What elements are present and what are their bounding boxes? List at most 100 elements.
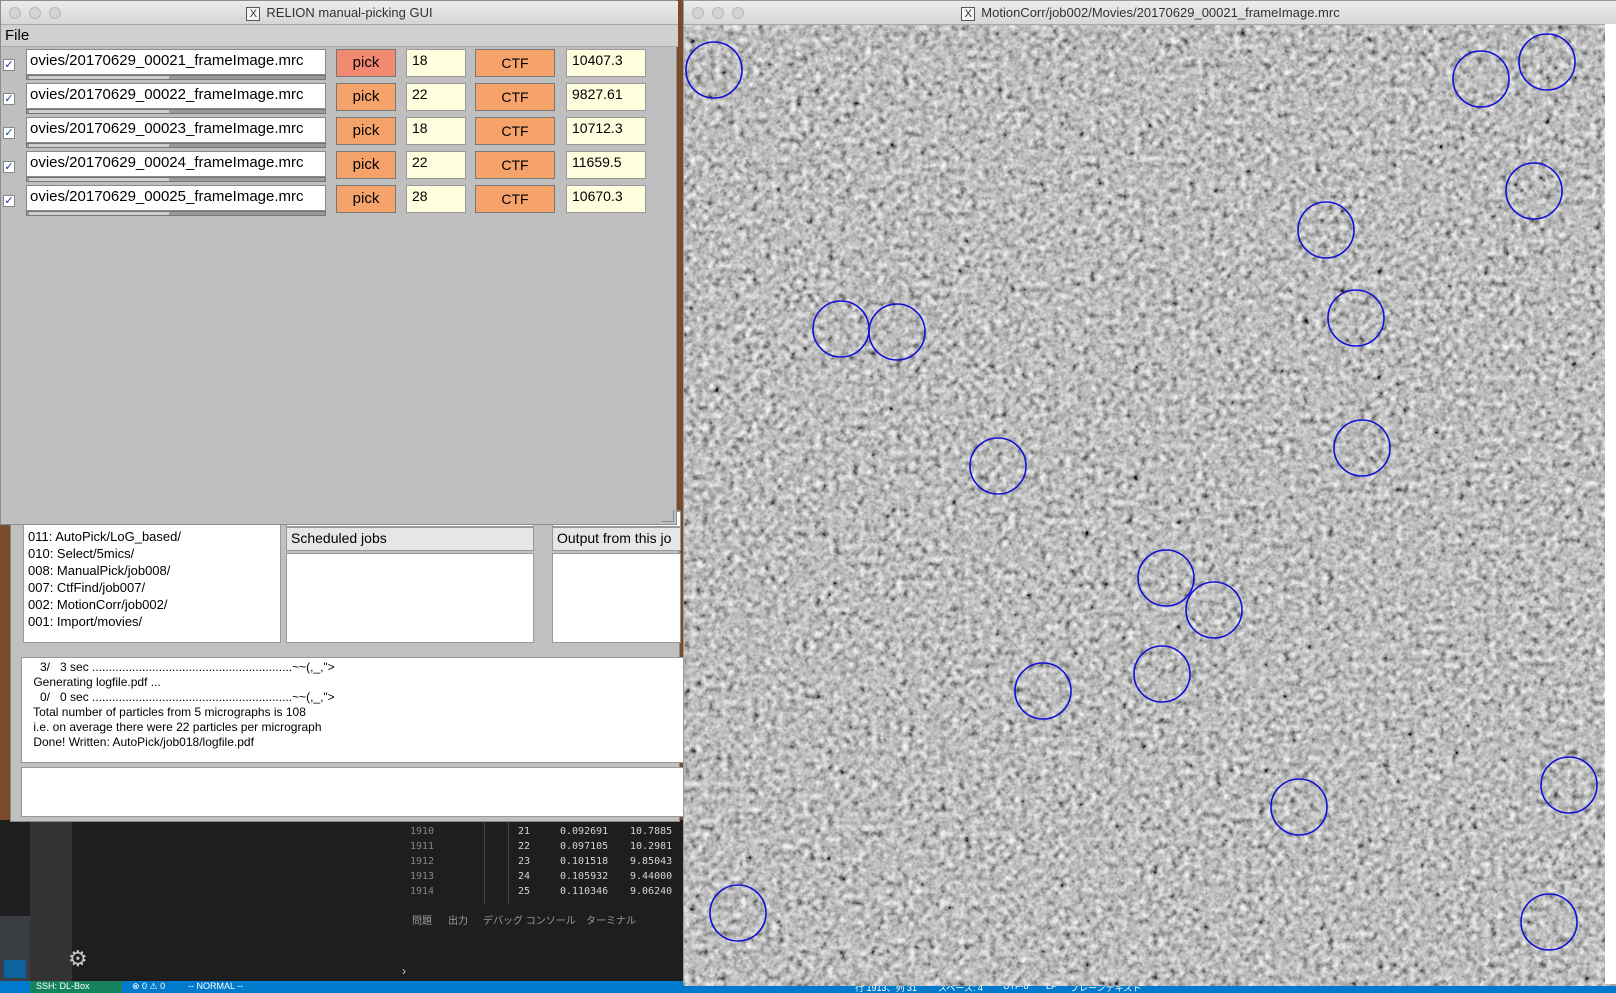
output-jobs-header: Output from this jo bbox=[552, 527, 681, 551]
gear-icon[interactable]: ⚙ bbox=[68, 946, 88, 972]
select-checkbox[interactable]: ✓ bbox=[3, 195, 15, 207]
pick-button[interactable]: pick bbox=[336, 49, 396, 77]
terminal-prompt[interactable]: › bbox=[402, 964, 406, 978]
desktop: ⚙ 1910 21 0.092691 10.7885 1911 22 0.097105 10.… bbox=[0, 0, 1616, 993]
table-row: 1911 22 0.097105 10.2981 bbox=[398, 841, 690, 856]
menu-bar: File bbox=[1, 25, 678, 47]
pick-button[interactable]: pick bbox=[336, 151, 396, 179]
log-line: 0/ 0 sec ...............................… bbox=[30, 690, 335, 704]
terminal-tab[interactable] bbox=[4, 960, 26, 978]
log-line: 3/ 3 sec ...............................… bbox=[30, 660, 335, 674]
zoom-icon[interactable] bbox=[732, 7, 744, 19]
log-line: Done! Written: AutoPick/job018/logfile.p… bbox=[30, 735, 254, 749]
table-cell: 0.105932 bbox=[560, 871, 609, 882]
table-cell: 23 bbox=[518, 856, 531, 867]
background-window-edge bbox=[1605, 24, 1616, 984]
close-icon[interactable] bbox=[9, 7, 21, 19]
select-checkbox[interactable]: ✓ bbox=[3, 127, 15, 139]
tab-terminal[interactable]: ターミナル bbox=[586, 912, 636, 927]
terminal-sidebar bbox=[0, 916, 30, 982]
micrograph-window: X MotionCorr/job002/Movies/20170629_00021… bbox=[683, 0, 1616, 986]
table-cell: 10.2981 bbox=[630, 841, 673, 852]
pick-titlebar[interactable]: X RELION manual-picking GUI bbox=[1, 1, 678, 25]
problems-indicator[interactable]: ⊗ 0 ⚠ 0 bbox=[132, 981, 165, 992]
defocus-value: 11659.5 bbox=[566, 151, 646, 179]
micrograph-filename[interactable]: ovies/20170629_00022_frameImage.mrc bbox=[26, 83, 326, 109]
menu-file[interactable]: File bbox=[5, 27, 29, 44]
panel-tabs: 問題 出力 デバッグ コンソール ターミナル bbox=[398, 910, 690, 930]
micrograph-filename[interactable]: ovies/20170629_00023_frameImage.mrc bbox=[26, 117, 326, 143]
table-cell: 0.101518 bbox=[560, 856, 609, 867]
job-list-item[interactable]: 010: Select/5mics/ bbox=[28, 545, 276, 562]
select-checkbox[interactable]: ✓ bbox=[3, 59, 15, 71]
scheduled-jobs-list[interactable] bbox=[286, 553, 534, 643]
job-list-item[interactable]: 002: MotionCorr/job002/ bbox=[28, 596, 276, 613]
ctf-button[interactable]: CTF bbox=[475, 49, 555, 77]
vscode-activity-bar: ⚙ bbox=[30, 820, 88, 982]
select-checkbox[interactable]: ✓ bbox=[3, 161, 15, 173]
job-list-item[interactable]: 007: CtfFind/job007/ bbox=[28, 579, 276, 596]
tab-debug-console[interactable]: デバッグ コンソール bbox=[483, 912, 576, 927]
table-cell: 25 bbox=[518, 886, 531, 897]
output-jobs-list[interactable] bbox=[552, 553, 681, 643]
ctf-button[interactable]: CTF bbox=[475, 185, 555, 213]
resize-handle[interactable] bbox=[662, 510, 674, 522]
tab-problems[interactable]: 問題 bbox=[412, 912, 432, 927]
close-icon[interactable] bbox=[692, 7, 704, 19]
job-list-item[interactable]: 001: Import/movies/ bbox=[28, 613, 276, 630]
table-cell: 9.44000 bbox=[630, 871, 673, 882]
zoom-icon[interactable] bbox=[49, 7, 61, 19]
log-line: Generating logfile.pdf ... bbox=[30, 675, 161, 689]
ctf-button[interactable]: CTF bbox=[475, 151, 555, 179]
data-table: 1910 21 0.092691 10.7885 1911 22 0.097105 10.29… bbox=[398, 820, 690, 905]
tab-output[interactable]: 出力 bbox=[448, 912, 468, 927]
micrograph-row: ✓ ovies/20170629_00021_frameImage.mrc pick… bbox=[1, 49, 678, 83]
job-list-item[interactable]: 011: AutoPick/LoG_based/ bbox=[28, 528, 276, 545]
ctf-button[interactable]: CTF bbox=[475, 117, 555, 145]
job-list-item[interactable]: 008: ManualPick/job008/ bbox=[28, 562, 276, 579]
ctf-button[interactable]: CTF bbox=[475, 83, 555, 111]
pick-button[interactable]: pick bbox=[336, 117, 396, 145]
select-checkbox[interactable]: ✓ bbox=[3, 93, 15, 105]
line-number: 1913 bbox=[410, 871, 435, 882]
minimize-icon[interactable] bbox=[29, 7, 41, 19]
pick-button[interactable]: pick bbox=[336, 83, 396, 111]
remote-indicator[interactable]: SSH: DL-Box bbox=[30, 981, 122, 993]
filename-scrollbar[interactable] bbox=[26, 75, 326, 80]
micrograph-row: ✓ ovies/20170629_00022_frameImage.mrc pick… bbox=[1, 83, 678, 117]
filename-scrollbar[interactable] bbox=[26, 109, 326, 114]
table-cell: 24 bbox=[518, 871, 531, 882]
particle-count: 22 bbox=[406, 83, 466, 111]
micrograph-row: ✓ ovies/20170629_00025_frameImage.mrc pick… bbox=[1, 185, 678, 219]
line-number: 1914 bbox=[410, 886, 435, 897]
minimize-icon[interactable] bbox=[712, 7, 724, 19]
table-cell: 10.7885 bbox=[630, 826, 673, 837]
defocus-value: 10670.3 bbox=[566, 185, 646, 213]
table-row: 1910 21 0.092691 10.7885 bbox=[398, 826, 690, 841]
filename-scrollbar[interactable] bbox=[26, 211, 326, 216]
micrograph-filename[interactable]: ovies/20170629_00021_frameImage.mrc bbox=[26, 49, 326, 75]
finished-jobs-list[interactable]: 011: AutoPick/LoG_based/010: Select/5mic… bbox=[23, 523, 281, 643]
micrograph-image[interactable] bbox=[684, 25, 1616, 986]
log-line: i.e. on average there were 22 particles … bbox=[30, 720, 322, 734]
table-row: 1914 25 0.110346 9.06240 bbox=[398, 886, 690, 901]
table-cell: 0.097105 bbox=[560, 841, 609, 852]
micrograph-row: ✓ ovies/20170629_00023_frameImage.mrc pick… bbox=[1, 117, 678, 151]
filename-scrollbar[interactable] bbox=[26, 177, 326, 182]
particle-count: 22 bbox=[406, 151, 466, 179]
x11-icon: X bbox=[961, 6, 976, 21]
filename-scrollbar[interactable] bbox=[26, 143, 326, 148]
stderr-log bbox=[21, 767, 691, 817]
table-cell: 21 bbox=[518, 826, 531, 837]
pick-button[interactable]: pick bbox=[336, 185, 396, 213]
relion-main-window: 011: AutoPick/LoG_based/010: Select/5mic… bbox=[10, 510, 691, 822]
line-number: 1910 bbox=[410, 826, 435, 837]
image-titlebar[interactable]: X MotionCorr/job002/Movies/20170629_00021… bbox=[684, 1, 1616, 25]
micrograph-filename[interactable]: ovies/20170629_00024_frameImage.mrc bbox=[26, 151, 326, 177]
micrograph-row: ✓ ovies/20170629_00024_frameImage.mrc pick… bbox=[1, 151, 678, 185]
particle-count: 18 bbox=[406, 117, 466, 145]
micrograph-filename[interactable]: ovies/20170629_00025_frameImage.mrc bbox=[26, 185, 326, 211]
x11-icon: X bbox=[246, 6, 261, 21]
pick-window-title: RELION manual-picking GUI bbox=[266, 5, 433, 20]
image-window-title: MotionCorr/job002/Movies/20170629_00021_… bbox=[981, 5, 1340, 20]
